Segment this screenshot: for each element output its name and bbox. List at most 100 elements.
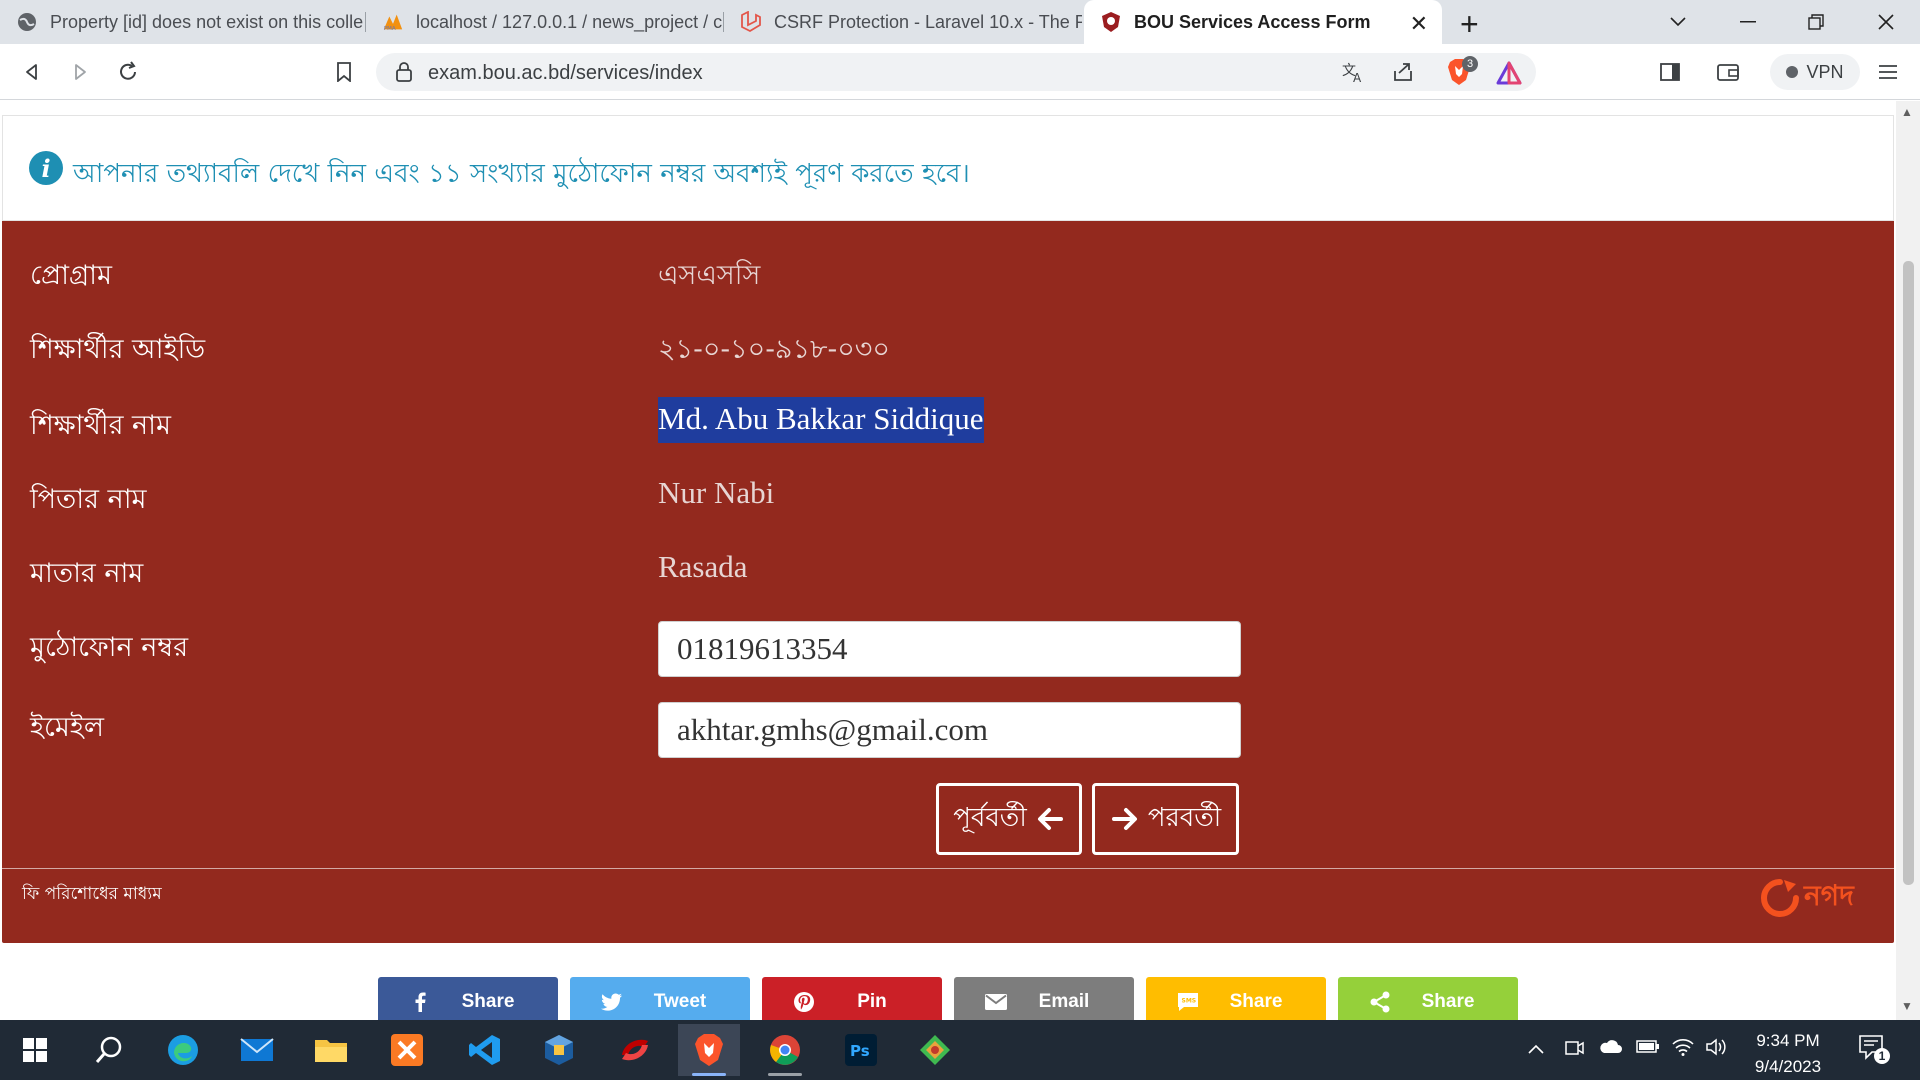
reload-button[interactable] [110, 54, 146, 90]
alert-text: আপনার তথ্যাবলি দেখে নিন এবং ১১ সংখ্যার ম… [73, 159, 970, 189]
xampp-button[interactable] [376, 1024, 438, 1076]
email-share-button[interactable]: Email [954, 977, 1134, 1020]
show-hidden-icons[interactable] [1528, 1038, 1544, 1059]
wallet-icon[interactable] [1710, 54, 1746, 90]
mail-button[interactable] [226, 1024, 288, 1076]
wifi-icon[interactable] [1672, 1038, 1694, 1061]
generic-share-label: Share [1421, 991, 1475, 1012]
vpn-button[interactable]: VPN [1770, 54, 1860, 90]
generic-share-button[interactable]: Share [1338, 977, 1518, 1020]
tab-1[interactable]: Property [id] does not exist on this col… [0, 0, 366, 44]
url-text: exam.bou.ac.bd/services/index [428, 62, 703, 84]
facebook-icon [400, 992, 440, 1012]
windows-taskbar: Ps 9:34 PM 9/4/2023 1 [0, 1020, 1920, 1080]
phone-label: মুঠোফোন নম্বর [30, 632, 189, 663]
nagad-logo: নগদ [1758, 874, 1854, 921]
brave-button[interactable] [678, 1024, 740, 1076]
virtualbox-button[interactable] [528, 1024, 590, 1076]
phpmyadmin-icon: PMA [382, 11, 404, 33]
sms-share-label: Share [1229, 991, 1283, 1012]
mail-icon [240, 1038, 274, 1061]
edge-button[interactable] [152, 1024, 214, 1076]
back-button[interactable] [14, 54, 50, 90]
close-tab-icon[interactable]: ✕ [1410, 11, 1428, 37]
system-clock[interactable]: 9:34 PM 9/4/2023 [1738, 1028, 1838, 1080]
vpn-label: VPN [1806, 61, 1844, 82]
student-info-card: i আপনার তথ্যাবলি দেখে নিন এবং ১১ সংখ্যার… [2, 115, 1894, 943]
browser-toolbar: exam.bou.ac.bd/services/index 文A 3 VPN [0, 44, 1920, 100]
svg-text:SMS: SMS [1182, 998, 1197, 1005]
start-button[interactable] [4, 1024, 66, 1076]
close-window-button[interactable] [1852, 0, 1920, 44]
bou-icon [1100, 11, 1122, 33]
tab-title: CSRF Protection - Laravel 10.x - The PH [774, 11, 1082, 32]
nagad-logo-text: নগদ [1804, 879, 1854, 912]
menu-icon[interactable] [1870, 54, 1906, 90]
tab-2[interactable]: PMA localhost / 127.0.0.1 / news_project… [366, 0, 724, 44]
new-tab-button[interactable]: + [1460, 6, 1479, 43]
twitter-share-button[interactable]: Tweet [570, 977, 750, 1020]
sms-share-button[interactable]: SMS Share [1146, 977, 1326, 1020]
tab-4-active[interactable]: BOU Services Access Form ✕ [1084, 0, 1442, 44]
chrome-icon [770, 1035, 800, 1065]
brave-shields-icon[interactable]: 3 [1446, 56, 1478, 91]
mother-name-label: মাতার নাম [30, 558, 144, 589]
vscode-button[interactable] [454, 1024, 516, 1076]
meet-now-icon[interactable] [1564, 1038, 1584, 1063]
pinterest-share-button[interactable]: Pin [762, 977, 942, 1020]
onedrive-icon[interactable] [1598, 1038, 1622, 1059]
virtualbox-icon [545, 1035, 573, 1065]
bookmark-icon[interactable] [326, 54, 362, 90]
volume-icon[interactable] [1706, 1038, 1728, 1061]
minimize-button[interactable] [1714, 0, 1782, 44]
email-icon [976, 994, 1016, 1010]
previous-button[interactable]: পূর্ববর্তী [936, 783, 1082, 855]
page-scrollbar[interactable]: ▲ ▼ [1896, 101, 1920, 1020]
search-button[interactable] [78, 1024, 140, 1076]
share-icon [1360, 991, 1400, 1013]
photoshop-button[interactable]: Ps [830, 1024, 892, 1076]
notification-center-icon[interactable]: 1 [1858, 1034, 1890, 1065]
gitkraken-icon [920, 1035, 950, 1065]
scroll-down-icon[interactable]: ▼ [1901, 999, 1913, 1013]
running-indicator [768, 1073, 802, 1076]
twitter-icon [592, 993, 632, 1011]
scroll-thumb[interactable] [1903, 261, 1914, 885]
payment-method-text: ফি পরিশোধের মাধ্যম [22, 884, 162, 904]
photoshop-icon: Ps [845, 1034, 877, 1066]
share-page-icon[interactable] [1392, 61, 1414, 88]
next-button[interactable]: পরবর্তী [1092, 783, 1239, 855]
card-divider [2, 868, 1894, 869]
facebook-share-button[interactable]: Share [378, 977, 558, 1020]
forward-button[interactable] [62, 54, 98, 90]
mother-name-value: Rasada [658, 549, 748, 584]
file-explorer-button[interactable] [300, 1024, 362, 1076]
filezilla-button[interactable] [604, 1024, 666, 1076]
restore-button[interactable] [1782, 0, 1850, 44]
sidebar-toggle-icon[interactable] [1652, 54, 1688, 90]
tab-3[interactable]: CSRF Protection - Laravel 10.x - The PH [724, 0, 1082, 44]
tab-search-icon[interactable] [1644, 0, 1712, 44]
phone-input[interactable]: 01819613354 [658, 621, 1241, 677]
previous-label: পূর্ববর্তী [953, 803, 1027, 833]
email-label-text: Email [1038, 991, 1090, 1012]
sms-icon: SMS [1168, 992, 1208, 1012]
git-tool-button[interactable] [904, 1024, 966, 1076]
scroll-up-icon[interactable]: ▲ [1901, 105, 1913, 119]
svg-text:PMA: PMA [384, 26, 396, 32]
email-input[interactable]: akhtar.gmhs@gmail.com [658, 702, 1241, 758]
arrow-right-icon [1111, 808, 1137, 830]
windows-icon [23, 1038, 47, 1062]
vscode-icon [469, 1035, 500, 1065]
active-indicator [692, 1073, 726, 1076]
brave-rewards-icon[interactable] [1496, 61, 1522, 90]
translate-icon[interactable]: 文A [1342, 61, 1366, 88]
program-label: প্রোগ্রাম [30, 260, 112, 291]
brave-icon [695, 1034, 723, 1066]
battery-icon[interactable] [1636, 1038, 1660, 1059]
chrome-button[interactable] [754, 1024, 816, 1076]
tab-title: Property [id] does not exist on this col… [50, 11, 364, 32]
address-bar[interactable]: exam.bou.ac.bd/services/index 文A 3 [376, 53, 1536, 91]
father-name-value: Nur Nabi [658, 475, 775, 510]
svg-text:A: A [1353, 71, 1362, 83]
